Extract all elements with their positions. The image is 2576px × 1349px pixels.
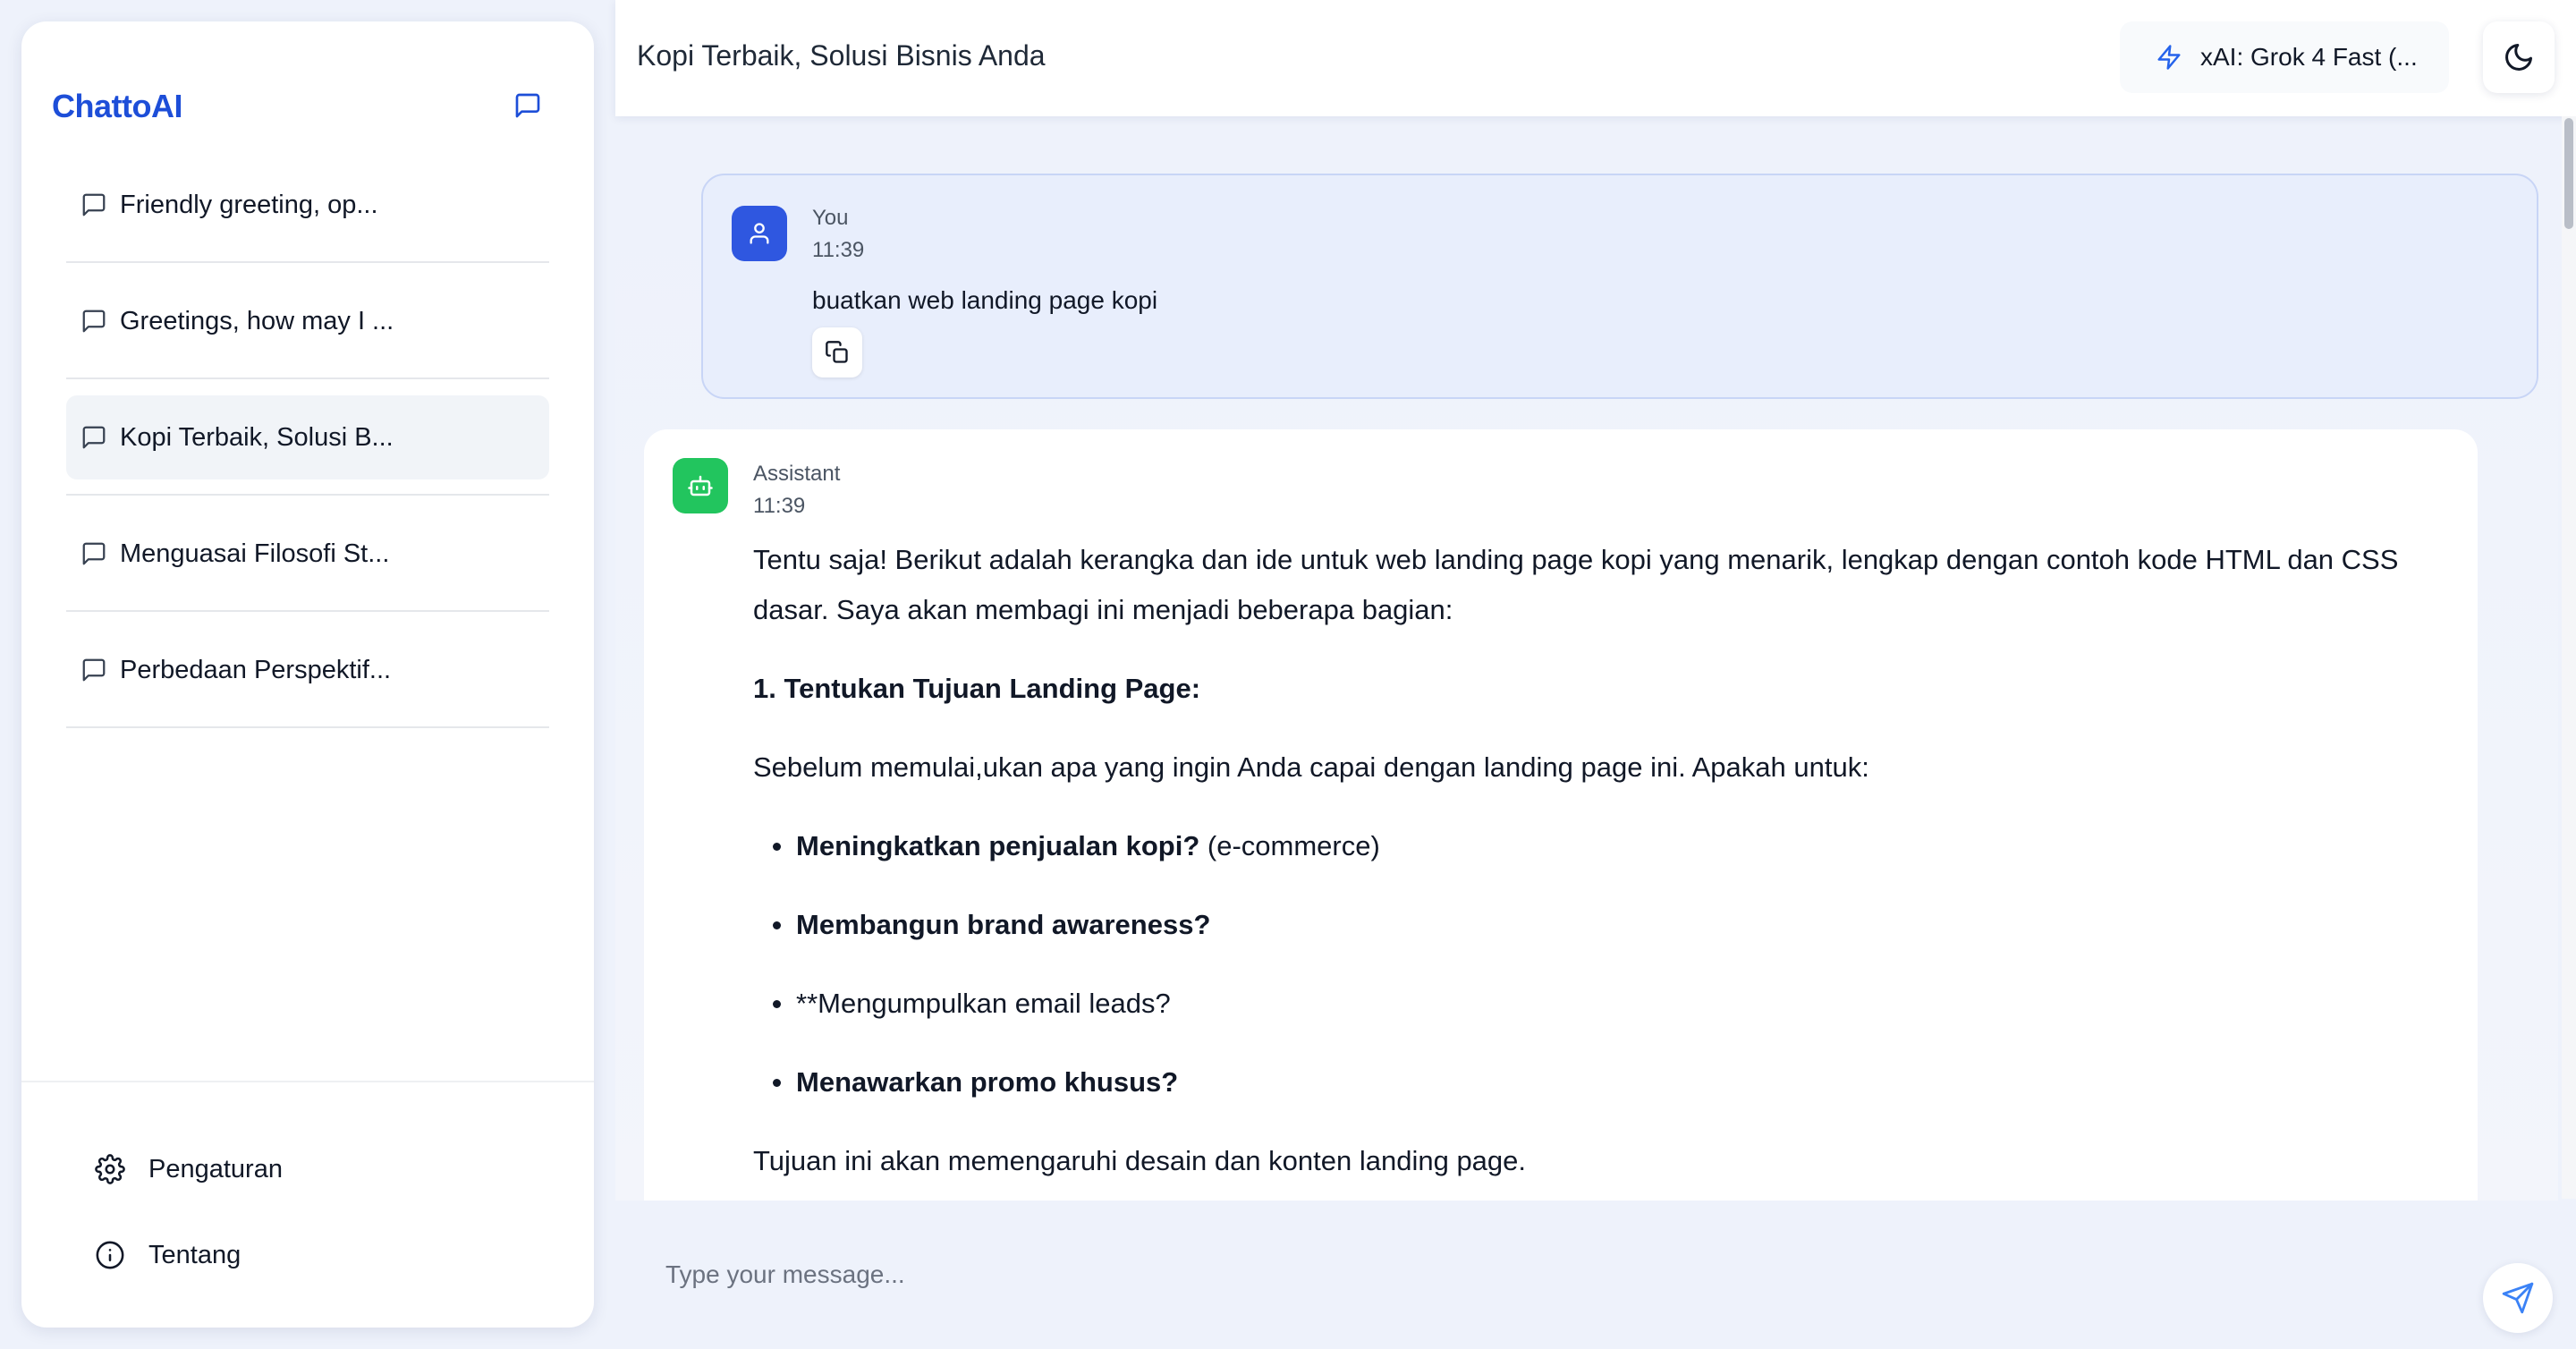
about-label: Tentang xyxy=(148,1240,242,1269)
send-button[interactable] xyxy=(2483,1263,2553,1333)
sidebar-footer: Pengaturan Tentang xyxy=(21,1081,594,1328)
message-square-icon xyxy=(513,91,542,120)
info-icon xyxy=(95,1239,127,1271)
list-item: Menawarkan promo khusus? xyxy=(753,1057,2417,1107)
message-list: You 11:39 buatkan web landing page kopi … xyxy=(615,145,2558,1201)
page-title: Kopi Terbaik, Solusi Bisnis Anda xyxy=(637,39,1046,72)
chat-history-item: Friendly greeting, op... xyxy=(66,147,549,263)
sidebar: ChattoAI Friendly greeting, op... Greeti… xyxy=(21,21,594,1328)
list-item-bold: Membangun brand awareness? xyxy=(796,909,1211,940)
message-author: You xyxy=(812,206,849,230)
chat-history-label: Greetings, how may I ... xyxy=(120,306,394,335)
assistant-intro: Tentu saja! Berikut adalah kerangka dan … xyxy=(753,544,2399,625)
chat-bubble-icon xyxy=(80,424,107,451)
chat-history-label: Menguasai Filosofi St... xyxy=(120,539,390,568)
top-header: Kopi Terbaik, Solusi Bisnis Anda xAI: Gr… xyxy=(615,0,2576,116)
chat-history-item: Greetings, how may I ... xyxy=(66,263,549,379)
list-item-text: (e-commerce) xyxy=(1199,830,1380,861)
user-message: You 11:39 buatkan web landing page kopi xyxy=(701,174,2538,399)
about-button[interactable]: Tentang xyxy=(95,1233,241,1277)
chat-history-item-button[interactable]: Friendly greeting, op... xyxy=(66,163,549,247)
theme-toggle-button[interactable] xyxy=(2483,21,2555,93)
bot-icon xyxy=(687,472,714,499)
chat-history-item-button[interactable]: Kopi Terbaik, Solusi B... xyxy=(66,395,549,479)
assistant-message: Assistant 11:39 Tentu saja! Berikut adal… xyxy=(644,429,2478,1201)
chat-bubble-icon xyxy=(80,191,107,218)
assistant-avatar xyxy=(673,458,728,513)
assistant-heading: 1. Tentukan Tujuan Landing Page: xyxy=(753,673,1201,704)
chat-history-item-button[interactable]: Greetings, how may I ... xyxy=(66,279,549,363)
user-avatar xyxy=(732,206,787,261)
message-timestamp: 11:39 xyxy=(753,494,806,518)
chat-history-label: Friendly greeting, op... xyxy=(120,190,378,219)
chat-history-item-button[interactable]: Perbedaan Perspektif... xyxy=(66,628,549,712)
brand-logo[interactable]: ChattoAI xyxy=(52,88,182,125)
chat-bubble-icon xyxy=(80,308,107,335)
chat-history-item-active: Kopi Terbaik, Solusi B... xyxy=(66,379,549,496)
settings-button[interactable]: Pengaturan xyxy=(95,1147,283,1192)
list-item-bold: Menawarkan promo khusus? xyxy=(796,1066,1179,1098)
moon-icon xyxy=(2503,41,2535,73)
chat-history-item-button[interactable]: Menguasai Filosofi St... xyxy=(66,512,549,596)
assistant-message-content: Tentu saja! Berikut adalah kerangka dan … xyxy=(753,535,2417,1201)
app-root: ChattoAI Friendly greeting, op... Greeti… xyxy=(0,0,2576,1349)
message-composer xyxy=(640,1226,2456,1324)
chat-history-label: Perbedaan Perspektif... xyxy=(120,655,392,684)
chat-scrollbar[interactable] xyxy=(2562,116,2576,1199)
message-text: buatkan web landing page kopi xyxy=(812,286,1158,314)
zap-icon xyxy=(2156,43,2184,72)
copy-message-button[interactable] xyxy=(812,327,862,378)
model-name: xAI: Grok 4 Fast (... xyxy=(2200,43,2418,71)
message-input[interactable] xyxy=(665,1260,2365,1289)
assistant-lead: Sebelum memulai,ukan apa yang ingin Anda… xyxy=(753,751,1869,783)
chat-history-item: Menguasai Filosofi St... xyxy=(66,496,549,612)
chat-history-list: Friendly greeting, op... Greetings, how … xyxy=(66,147,549,728)
chat-bubble-icon xyxy=(80,540,107,567)
list-item: **Mengumpulkan email leads? xyxy=(753,979,2417,1029)
message-timestamp: 11:39 xyxy=(812,238,865,262)
message-author: Assistant xyxy=(753,462,841,486)
gear-icon xyxy=(95,1153,127,1185)
list-item: Meningkatkan penjualan kopi? (e-commerce… xyxy=(753,821,2417,871)
list-item-bold: Meningkatkan penjualan kopi? xyxy=(796,830,1200,861)
copy-icon xyxy=(825,340,850,365)
assistant-outro: Tujuan ini akan memengaruhi desain dan k… xyxy=(753,1145,1527,1176)
list-item: Membangun brand awareness? xyxy=(753,900,2417,950)
settings-label: Pengaturan xyxy=(148,1154,283,1184)
goal-list: Meningkatkan penjualan kopi? (e-commerce… xyxy=(753,821,2417,1107)
model-selector-button[interactable]: xAI: Grok 4 Fast (... xyxy=(2120,21,2449,93)
scrollbar-thumb[interactable] xyxy=(2564,118,2573,229)
chat-bubble-icon xyxy=(80,657,107,683)
list-item-text: **Mengumpulkan email leads? xyxy=(796,988,1171,1019)
chat-history-item: Perbedaan Perspektif... xyxy=(66,612,549,728)
new-chat-button[interactable] xyxy=(512,89,544,122)
chat-history-label: Kopi Terbaik, Solusi B... xyxy=(120,422,394,452)
user-icon xyxy=(747,221,772,246)
send-icon xyxy=(2501,1281,2535,1315)
